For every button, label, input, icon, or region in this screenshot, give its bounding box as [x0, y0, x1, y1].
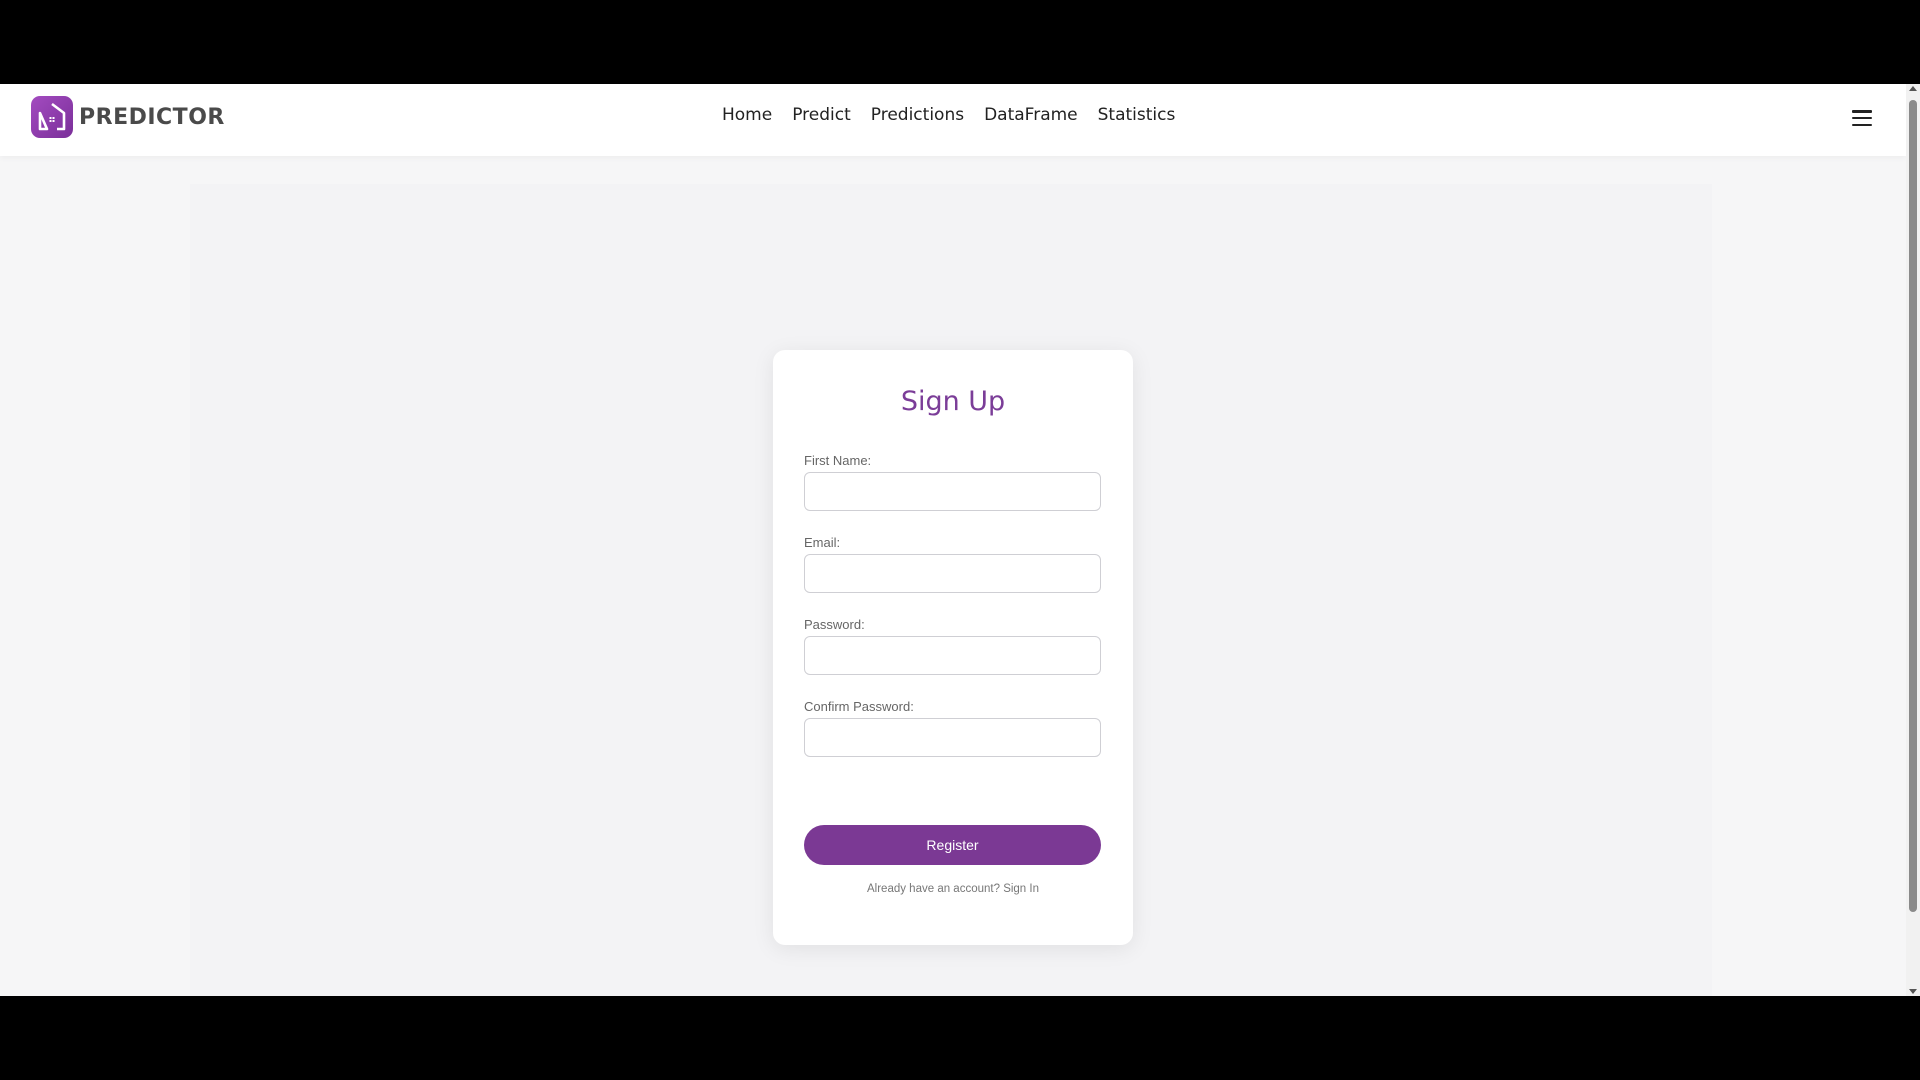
nav-predict[interactable]: Predict: [792, 105, 851, 125]
email-label: Email:: [804, 535, 841, 550]
browser-viewport: PREDICTOR Home Predict Predictions DataF…: [0, 84, 1920, 996]
password-label: Password:: [804, 617, 865, 632]
letterbox-top: [0, 0, 1920, 84]
main-nav: Home Predict Predictions DataFrame Stati…: [722, 105, 1175, 125]
hamburger-line: [1852, 116, 1872, 120]
first-name-label: First Name:: [804, 453, 872, 468]
nav-home[interactable]: Home: [722, 105, 772, 125]
scroll-up-icon[interactable]: [1909, 86, 1917, 91]
signup-card: Sign Up First Name: Email: Password: Con…: [773, 350, 1133, 945]
hamburger-line: [1852, 123, 1872, 126]
nav-statistics[interactable]: Statistics: [1098, 105, 1176, 125]
signup-title: Sign Up: [900, 386, 1006, 417]
signin-link[interactable]: Sign In: [1003, 883, 1039, 895]
register-button[interactable]: Register: [804, 825, 1101, 865]
brand-name: PREDICTOR: [79, 104, 225, 130]
confirm-password-field[interactable]: [804, 718, 1101, 757]
first-name-field[interactable]: [804, 472, 1101, 511]
signin-row: Already have an account? Sign In: [773, 883, 1133, 895]
signin-prompt: Already have an account?: [867, 883, 1000, 895]
scroll-down-icon[interactable]: [1909, 989, 1917, 994]
nav-dataframe[interactable]: DataFrame: [984, 105, 1078, 125]
house-icon: [31, 96, 73, 138]
letterbox-bottom: [0, 996, 1920, 1080]
navbar: PREDICTOR Home Predict Predictions DataF…: [0, 84, 1906, 156]
scroll-thumb[interactable]: [1909, 100, 1917, 912]
password-field[interactable]: [804, 636, 1101, 675]
nav-predictions[interactable]: Predictions: [871, 105, 964, 125]
email-field[interactable]: [804, 554, 1101, 593]
confirm-password-label: Confirm Password:: [804, 699, 914, 714]
hamburger-line: [1852, 110, 1872, 113]
vertical-scrollbar[interactable]: [1906, 84, 1920, 996]
brand-logo[interactable]: PREDICTOR: [31, 96, 225, 138]
hamburger-icon[interactable]: [1852, 108, 1872, 128]
